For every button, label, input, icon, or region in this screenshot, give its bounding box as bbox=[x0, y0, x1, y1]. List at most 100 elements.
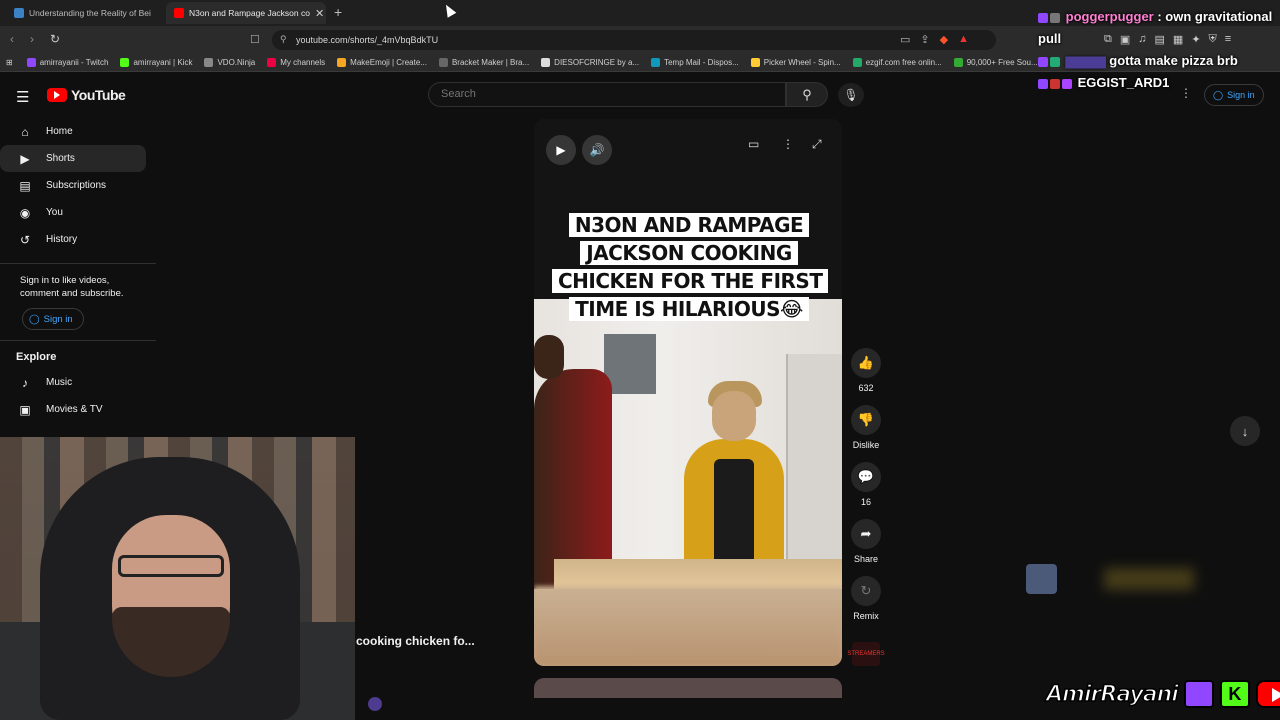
comment-icon: 💬 bbox=[851, 462, 881, 492]
bookmark-item[interactable]: MakeEmoji | Create... bbox=[337, 58, 427, 67]
person-left bbox=[534, 335, 612, 589]
sidebar-item-music[interactable]: ♪ Music bbox=[0, 369, 156, 396]
brand-name: AmirRayani bbox=[1045, 681, 1179, 708]
chat-message: ▆▆▆▆ gotta make pizza brb bbox=[1038, 50, 1280, 72]
share-icon: ➦ bbox=[851, 519, 881, 549]
bookmark-label: Temp Mail - Dispos... bbox=[664, 58, 739, 67]
bookmark-label: Bracket Maker | Bra... bbox=[451, 58, 530, 67]
sign-in-prompt: Sign in to like videos, comment and subs… bbox=[20, 275, 124, 299]
url-text: youtube.com/shorts/_4mVbqBdkTU bbox=[296, 35, 439, 45]
bookmark-label: VDO.Ninja bbox=[217, 58, 256, 67]
movies-icon: ▣ bbox=[19, 402, 31, 417]
sidebar-item-label: Movies & TV bbox=[46, 404, 103, 415]
tab-label: Understanding the Reality of Bei bbox=[29, 8, 151, 18]
fullscreen-icon[interactable]: ⤢ bbox=[812, 137, 822, 152]
url-field[interactable]: ⚲ youtube.com/shorts/_4mVbqBdkTU bbox=[272, 30, 996, 50]
address-bar-actions: ▭ ⇪ ◆ ▲ bbox=[900, 33, 969, 46]
share-label: Share bbox=[853, 554, 879, 564]
captions-icon[interactable]: ▭ bbox=[748, 137, 759, 151]
sidebar-item-label: Home bbox=[46, 126, 73, 137]
sidebar-item-shorts[interactable]: ▶ Shorts bbox=[0, 145, 146, 172]
more-vert-icon[interactable]: ⋮ bbox=[782, 137, 794, 151]
hamburger-menu-icon[interactable]: ☰ bbox=[16, 88, 29, 106]
sidebar-item-subscriptions[interactable]: ▤ Subscriptions bbox=[0, 172, 156, 199]
comment-count: 16 bbox=[860, 497, 871, 507]
bookmark-item[interactable]: VDO.Ninja bbox=[204, 58, 255, 67]
bookmark-item[interactable]: 90,000+ Free Sou... bbox=[953, 58, 1038, 67]
tab-label: N3on and Rampage Jackson co bbox=[189, 8, 310, 18]
cast-icon[interactable]: ▭ bbox=[900, 33, 910, 46]
browser-tab-active[interactable]: N3on and Rampage Jackson co ✕ bbox=[166, 2, 326, 24]
share-page-icon[interactable]: ⇪ bbox=[920, 33, 929, 46]
sidebar-item-movies-tv[interactable]: ▣ Movies & TV bbox=[0, 396, 156, 423]
forward-icon[interactable]: › bbox=[30, 32, 34, 46]
voice-search-button[interactable]: 🎙 bbox=[838, 83, 864, 107]
apps-icon[interactable]: ⊞ bbox=[6, 58, 13, 67]
bookmark-item[interactable]: amirrayanii - Twitch bbox=[26, 58, 108, 67]
youtube-play-logo-icon bbox=[47, 88, 67, 102]
play-button[interactable]: ▶ bbox=[546, 135, 576, 165]
channel-avatar[interactable]: STREAMERS bbox=[847, 642, 885, 666]
site-info-icon[interactable]: ⚲ bbox=[280, 34, 287, 45]
search-button[interactable]: ⚲ bbox=[786, 82, 828, 107]
bookmark-item[interactable]: Temp Mail - Dispos... bbox=[651, 58, 739, 67]
sidebar-item-label: You bbox=[46, 207, 63, 218]
close-icon[interactable]: ✕ bbox=[315, 7, 324, 20]
bookmark-item[interactable]: DIESOFCRINGE by a... bbox=[541, 58, 639, 67]
sidebar-sign-in-button[interactable]: ◯ Sign in bbox=[22, 308, 84, 330]
sidebar-item-history[interactable]: ↺ History bbox=[0, 226, 156, 253]
like-count: 632 bbox=[858, 383, 874, 393]
thumbs-down-icon: 👎 bbox=[851, 405, 881, 435]
cat-emote-icon bbox=[1026, 564, 1057, 594]
video-caption-text: N3ON AND RAMPAGE JACKSON COOKING CHICKEN… bbox=[552, 213, 829, 321]
sidebar-item-label: Shorts bbox=[46, 153, 75, 164]
chat-badge-icon bbox=[1050, 78, 1060, 89]
search-input[interactable] bbox=[429, 83, 785, 105]
brave-rewards-icon[interactable]: ▲ bbox=[958, 33, 969, 46]
share-button[interactable]: ➦ Share bbox=[846, 519, 886, 564]
bookmark-icon[interactable]: ☐ bbox=[250, 33, 260, 46]
like-button[interactable]: 👍 632 bbox=[846, 348, 886, 393]
next-short-button[interactable]: ↓ bbox=[1230, 416, 1260, 446]
shorts-icon: ▶ bbox=[20, 151, 30, 166]
short-video-player[interactable]: ▶ 🔊 ▭ ⋮ ⤢ N3ON AND RAMPAGE JACKSON COOKI… bbox=[534, 119, 842, 666]
remix-button[interactable]: ↻ Remix bbox=[846, 576, 886, 621]
twitch-logo-icon bbox=[1183, 680, 1214, 708]
dislike-button[interactable]: 👎 Dislike bbox=[846, 405, 886, 450]
youtube-logo[interactable]: YouTube bbox=[47, 87, 126, 103]
bookmark-label: amirrayani | Kick bbox=[133, 58, 193, 67]
reload-icon[interactable]: ↻ bbox=[50, 32, 60, 46]
back-icon[interactable]: ‹ bbox=[10, 32, 14, 46]
short-title: cooking chicken fo... bbox=[356, 634, 475, 648]
bookmark-item[interactable]: Bracket Maker | Bra... bbox=[438, 58, 530, 67]
bookmark-label: MakeEmoji | Create... bbox=[350, 58, 427, 67]
kitchen-fridge bbox=[786, 354, 842, 586]
bookmark-label: ezgif.com free onlin... bbox=[865, 58, 942, 67]
bookmark-item[interactable]: My channels bbox=[267, 58, 325, 67]
kitchen-counter bbox=[554, 559, 842, 589]
volume-icon: 🔊 bbox=[589, 143, 605, 157]
video-caption: N3ON AND RAMPAGE JACKSON COOKING CHICKEN… bbox=[552, 211, 829, 323]
sidebar-item-home[interactable]: ⌂ Home bbox=[0, 118, 156, 145]
twitch-icon bbox=[26, 58, 36, 67]
bookmark-label: DIESOFCRINGE by a... bbox=[554, 58, 640, 67]
next-short-preview[interactable] bbox=[534, 678, 842, 698]
browser-tab-inactive[interactable]: Understanding the Reality of Bei bbox=[6, 2, 162, 24]
bookmark-item[interactable]: Picker Wheel - Spin... bbox=[750, 58, 841, 67]
sign-in-label: Sign in bbox=[43, 313, 73, 325]
chat-badge-icon bbox=[1050, 56, 1060, 67]
sidebar-item-label: Subscriptions bbox=[46, 180, 107, 191]
bookmark-item[interactable]: ezgif.com free onlin... bbox=[852, 58, 942, 67]
comments-button[interactable]: 💬 16 bbox=[846, 462, 886, 507]
new-tab-icon[interactable]: + bbox=[334, 4, 342, 20]
bookmark-item[interactable]: amirrayani | Kick bbox=[120, 58, 192, 67]
brave-shield-icon[interactable]: ◆ bbox=[940, 33, 948, 46]
vdo-ninja-icon bbox=[204, 58, 214, 67]
search-box bbox=[428, 82, 786, 107]
short-actions: 👍 632 👎 Dislike 💬 16 ➦ Share ↻ Remix bbox=[846, 348, 886, 633]
bookmark-label: Picker Wheel - Spin... bbox=[763, 58, 841, 67]
diesofcringe-icon bbox=[541, 58, 551, 67]
you-icon: ◉ bbox=[19, 205, 31, 220]
volume-button[interactable]: 🔊 bbox=[582, 135, 612, 165]
sidebar-item-you[interactable]: ◉ You bbox=[0, 199, 156, 226]
